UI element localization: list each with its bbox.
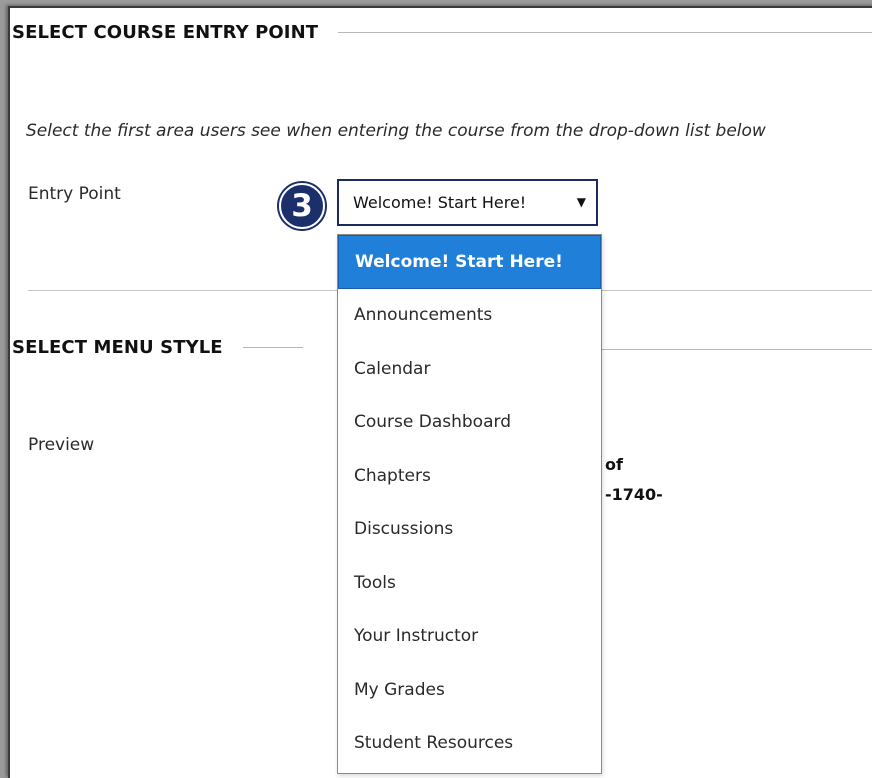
dropdown-option-your-instructor[interactable]: Your Instructor <box>338 610 601 664</box>
section-header-rule-right <box>600 349 872 350</box>
preview-label: Preview <box>28 435 95 455</box>
preview-partial-text-2: -1740- <box>605 485 663 504</box>
entry-point-selected-value: Welcome! Start Here! <box>353 193 527 212</box>
dropdown-option-calendar[interactable]: Calendar <box>338 342 601 396</box>
dropdown-option-discussions[interactable]: Discussions <box>338 503 601 557</box>
section-entry-point-header: SELECT COURSE ENTRY POINT <box>12 22 872 43</box>
dropdown-option-tools[interactable]: Tools <box>338 556 601 610</box>
entry-point-label: Entry Point <box>28 184 121 204</box>
section-header-rule <box>338 32 872 33</box>
entry-point-dropdown-list[interactable]: Welcome! Start Here! Announcements Calen… <box>337 234 602 774</box>
section-header-rule <box>242 347 303 348</box>
step-3-badge-icon: 3 <box>279 183 325 229</box>
chevron-down-icon[interactable]: ▼ <box>577 195 586 209</box>
entry-point-select[interactable]: Welcome! Start Here! ▼ <box>337 179 598 226</box>
dropdown-option-chapters[interactable]: Chapters <box>338 449 601 503</box>
dropdown-option-welcome-start-here[interactable]: Welcome! Start Here! <box>338 235 601 289</box>
preview-partial-text-1: of <box>605 455 623 474</box>
section-menu-style-title: SELECT MENU STYLE <box>12 337 223 358</box>
entry-point-instructions: Select the first area users see when ent… <box>26 121 766 141</box>
dropdown-option-announcements[interactable]: Announcements <box>338 289 601 343</box>
section-entry-point-title: SELECT COURSE ENTRY POINT <box>12 22 319 43</box>
dropdown-option-my-grades[interactable]: My Grades <box>338 663 601 717</box>
dropdown-option-course-dashboard[interactable]: Course Dashboard <box>338 396 601 450</box>
dropdown-option-student-resources[interactable]: Student Resources <box>338 717 601 771</box>
